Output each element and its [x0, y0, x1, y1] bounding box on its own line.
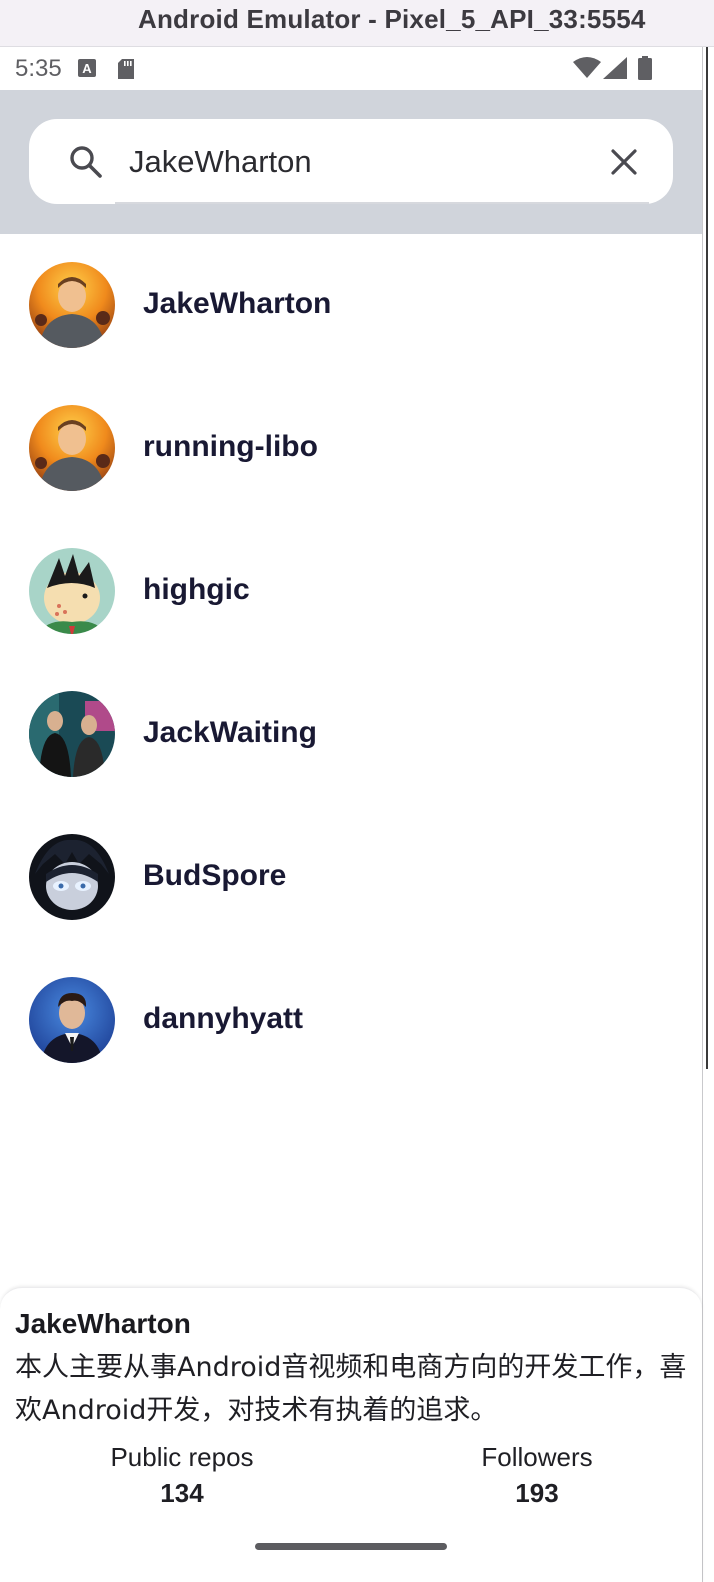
user-list-item[interactable]: dannyhyatt: [0, 949, 702, 1092]
search-input[interactable]: [129, 133, 589, 191]
stat-label: Public repos: [110, 1442, 254, 1472]
battery-icon: [638, 56, 652, 85]
user-name: running-libo: [143, 430, 318, 463]
stat-value: 134: [160, 1478, 204, 1508]
stat-public-repos: Public repos 134: [62, 1440, 302, 1512]
user-list-item[interactable]: BudSpore: [0, 806, 702, 949]
emulator-frame-shadow: [706, 47, 708, 1069]
user-list: JakeWharton running-libo highgic JackWai…: [0, 234, 702, 1092]
sd-card-icon: [116, 58, 136, 85]
search-underline: [115, 202, 649, 204]
user-list-item[interactable]: running-libo: [0, 377, 702, 520]
avatar: [29, 548, 115, 634]
close-icon[interactable]: [607, 145, 641, 179]
window-title: Android Emulator - Pixel_5_API_33:5554: [138, 4, 646, 34]
search-field[interactable]: [29, 119, 673, 204]
user-detail-sheet: JakeWharton 本人主要从事Android音视频和电商方向的开发工作，喜…: [0, 1287, 702, 1582]
search-icon: [69, 145, 103, 179]
stat-value: 193: [515, 1478, 559, 1508]
user-list-item[interactable]: JackWaiting: [0, 663, 702, 806]
stat-followers: Followers 193: [417, 1440, 657, 1512]
emulator-frame: [702, 47, 714, 1582]
cell-signal-icon: [603, 57, 627, 84]
avatar: [29, 262, 115, 348]
wifi-icon: [573, 57, 601, 84]
user-list-item[interactable]: JakeWharton: [0, 234, 702, 377]
status-bar: 5:35 A: [0, 48, 702, 90]
a-notification-icon: A: [77, 58, 97, 83]
svg-text:A: A: [82, 61, 92, 76]
avatar: [29, 405, 115, 491]
user-name: JackWaiting: [143, 716, 317, 749]
status-time: 5:35: [15, 55, 62, 82]
detail-bio: 本人主要从事Android音视频和电商方向的开发工作，喜欢Android开发，对…: [15, 1352, 687, 1426]
user-name: highgic: [143, 573, 250, 606]
detail-user-name: JakeWharton: [15, 1308, 191, 1339]
user-name: JakeWharton: [143, 287, 332, 320]
user-list-item[interactable]: highgic: [0, 520, 702, 663]
stat-label: Followers: [481, 1442, 593, 1472]
home-indicator[interactable]: [255, 1543, 447, 1550]
emulator-title-bar: Android Emulator - Pixel_5_API_33:5554: [0, 0, 714, 47]
user-name: BudSpore: [143, 859, 287, 892]
avatar: [29, 834, 115, 920]
avatar: [29, 977, 115, 1063]
user-name: dannyhyatt: [143, 1002, 304, 1035]
avatar: [29, 691, 115, 777]
search-bar-container: [0, 90, 702, 234]
